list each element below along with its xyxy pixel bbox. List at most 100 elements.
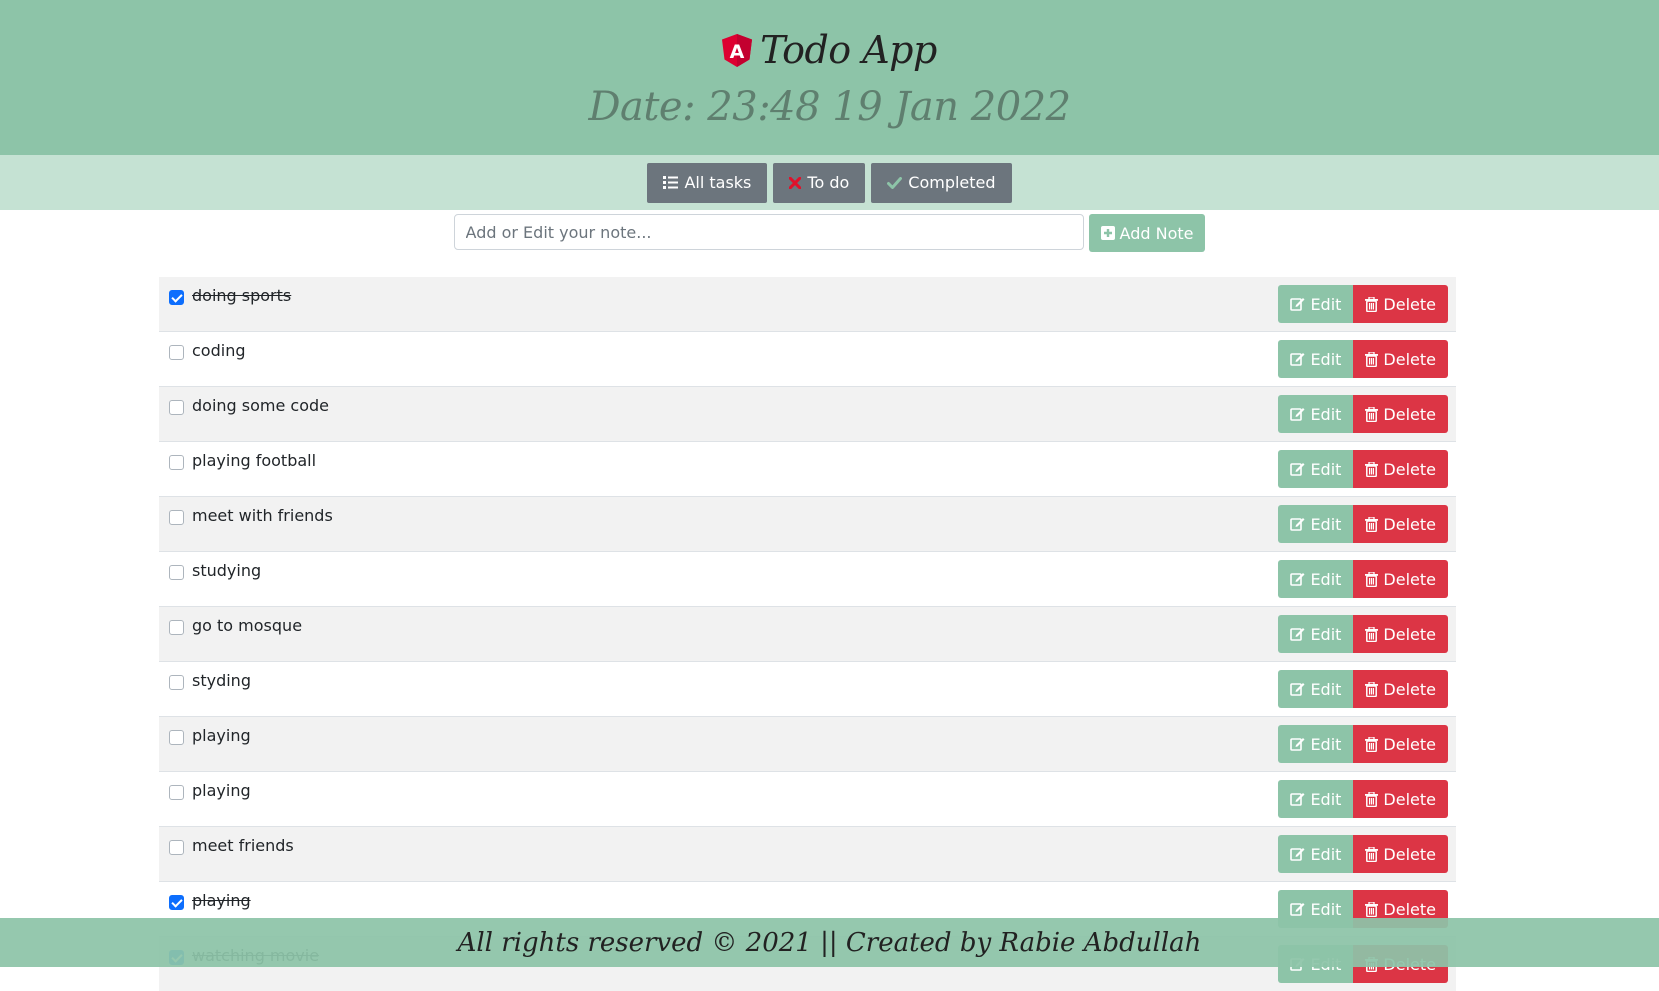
delete-label: Delete <box>1383 899 1436 919</box>
all-tasks-button[interactable]: All tasks <box>647 162 768 203</box>
trash-icon <box>1365 351 1379 367</box>
delete-button[interactable]: Delete <box>1353 340 1448 378</box>
note-input[interactable] <box>453 214 1084 250</box>
task-actions: Edit Delete <box>1278 340 1448 378</box>
edit-icon <box>1290 847 1305 861</box>
edit-button[interactable]: Edit <box>1278 780 1354 818</box>
list-icon <box>663 176 679 189</box>
app-header: A Todo App Date: 23:48 19 Jan 2022 <box>0 0 1659 155</box>
delete-button[interactable]: Delete <box>1353 285 1448 323</box>
task-row: meet with friends Edit Delete <box>159 496 1456 551</box>
task-text: meet with friends <box>192 506 333 525</box>
edit-icon <box>1290 352 1305 366</box>
delete-button[interactable]: Delete <box>1353 505 1448 543</box>
task-checkbox[interactable] <box>169 840 184 855</box>
delete-button[interactable]: Delete <box>1353 615 1448 653</box>
plus-square-icon <box>1100 226 1115 240</box>
edit-button[interactable]: Edit <box>1278 285 1354 323</box>
delete-button[interactable]: Delete <box>1353 450 1448 488</box>
task-checkbox[interactable] <box>169 730 184 745</box>
task-actions: Edit Delete <box>1278 560 1448 598</box>
todo-label: To do <box>807 173 850 192</box>
trash-icon <box>1365 406 1379 422</box>
task-row: go to mosque Edit Delete <box>159 606 1456 661</box>
edit-icon <box>1290 737 1305 751</box>
trash-icon <box>1365 571 1379 587</box>
delete-label: Delete <box>1383 734 1436 754</box>
edit-label: Edit <box>1310 459 1342 479</box>
task-actions: Edit Delete <box>1278 725 1448 763</box>
task-row: meet friends Edit Delete <box>159 826 1456 881</box>
task-checkbox[interactable] <box>169 620 184 635</box>
edit-icon <box>1290 792 1305 806</box>
x-icon <box>789 176 802 189</box>
task-text: meet friends <box>192 836 294 855</box>
task-text: styding <box>192 671 251 690</box>
task-checkbox[interactable] <box>169 400 184 415</box>
task-checkbox[interactable] <box>169 510 184 525</box>
completed-button[interactable]: Completed <box>871 162 1012 203</box>
task-row: playing football Edit Delete <box>159 441 1456 496</box>
trash-icon <box>1365 846 1379 862</box>
edit-icon <box>1290 627 1305 641</box>
task-checkbox[interactable] <box>169 455 184 470</box>
edit-button[interactable]: Edit <box>1278 340 1354 378</box>
task-actions: Edit Delete <box>1278 780 1448 818</box>
task-text: coding <box>192 341 246 360</box>
trash-icon <box>1365 296 1379 312</box>
task-row: studying Edit Delete <box>159 551 1456 606</box>
title-row: A Todo App <box>0 28 1659 72</box>
trash-icon <box>1365 791 1379 807</box>
task-checkbox[interactable] <box>169 565 184 580</box>
task-text: go to mosque <box>192 616 303 635</box>
edit-icon <box>1290 517 1305 531</box>
task-checkbox[interactable] <box>169 785 184 800</box>
task-actions: Edit Delete <box>1278 395 1448 433</box>
delete-label: Delete <box>1383 679 1436 699</box>
edit-button[interactable]: Edit <box>1278 725 1354 763</box>
edit-button[interactable]: Edit <box>1278 395 1354 433</box>
delete-label: Delete <box>1383 569 1436 589</box>
delete-button[interactable]: Delete <box>1353 835 1448 873</box>
edit-label: Edit <box>1310 514 1342 534</box>
edit-label: Edit <box>1310 734 1342 754</box>
delete-label: Delete <box>1383 459 1436 479</box>
app-title: Todo App <box>760 28 937 72</box>
delete-button[interactable]: Delete <box>1353 560 1448 598</box>
delete-button[interactable]: Delete <box>1353 780 1448 818</box>
edit-button[interactable]: Edit <box>1278 560 1354 598</box>
delete-button[interactable]: Delete <box>1353 725 1448 763</box>
edit-button[interactable]: Edit <box>1278 615 1354 653</box>
completed-label: Completed <box>908 173 996 192</box>
edit-label: Edit <box>1310 624 1342 644</box>
task-row: coding Edit Delete <box>159 331 1456 386</box>
task-checkbox[interactable] <box>169 345 184 360</box>
task-row: playing Edit Delete <box>159 716 1456 771</box>
add-note-label: Add Note <box>1119 223 1194 243</box>
edit-button[interactable]: Edit <box>1278 670 1354 708</box>
task-actions: Edit Delete <box>1278 285 1448 323</box>
task-row: styding Edit Delete <box>159 661 1456 716</box>
delete-button[interactable]: Delete <box>1353 395 1448 433</box>
task-actions: Edit Delete <box>1278 450 1448 488</box>
filter-bar: All tasks To do Completed <box>0 155 1659 210</box>
trash-icon <box>1365 626 1379 642</box>
edit-label: Edit <box>1310 789 1342 809</box>
task-actions: Edit Delete <box>1278 615 1448 653</box>
task-text: playing <box>192 781 251 800</box>
task-checkbox[interactable] <box>169 675 184 690</box>
task-row: playing Edit Delete <box>159 771 1456 826</box>
todo-button[interactable]: To do <box>773 162 866 203</box>
edit-button[interactable]: Edit <box>1278 450 1354 488</box>
add-note-button[interactable]: Add Note <box>1088 214 1206 252</box>
delete-button[interactable]: Delete <box>1353 670 1448 708</box>
edit-icon <box>1290 682 1305 696</box>
edit-button[interactable]: Edit <box>1278 835 1354 873</box>
delete-label: Delete <box>1383 844 1436 864</box>
task-text: doing some code <box>192 396 329 415</box>
edit-label: Edit <box>1310 679 1342 699</box>
edit-label: Edit <box>1310 294 1342 314</box>
task-checkbox[interactable] <box>169 290 184 305</box>
task-checkbox[interactable] <box>169 895 184 910</box>
edit-button[interactable]: Edit <box>1278 505 1354 543</box>
